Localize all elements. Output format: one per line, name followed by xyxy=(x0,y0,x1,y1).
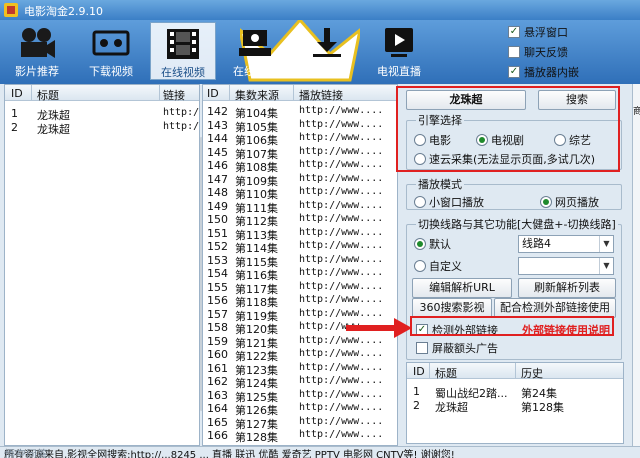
table-row[interactable]: 1 蜀山战纪2踏... 第24集 xyxy=(407,385,623,400)
option-chat-feedback[interactable]: 聊天反馈 xyxy=(508,42,634,62)
table-row[interactable]: 147 第109集 http://www.... xyxy=(203,173,397,188)
side-strip: 商 xyxy=(632,84,640,446)
option-embedded-player[interactable]: ✓ 播放器内嵌 xyxy=(508,62,634,82)
table-row[interactable]: 166 第128集 http://www.... xyxy=(203,429,397,444)
tab-download-video[interactable]: 下载视频 xyxy=(78,22,144,80)
episode-list[interactable]: ID 集数来源 播放链接 142 第104集 http://www.... 143 第1… xyxy=(202,84,398,446)
checkbox-block-ad[interactable] xyxy=(416,342,428,354)
edit-parse-url-button[interactable]: 编辑解析URL xyxy=(412,278,512,298)
table-row[interactable]: 142 第104集 http://www.... xyxy=(203,105,397,120)
table-row[interactable]: 155 第117集 http://www.... xyxy=(203,281,397,296)
col-header-play-link[interactable]: 播放链接 xyxy=(299,87,343,103)
route-option-custom[interactable]: 自定义 xyxy=(414,258,462,274)
table-row[interactable]: 143 第105集 http://www.... xyxy=(203,119,397,134)
download-icon xyxy=(313,28,341,57)
table-row[interactable]: 163 第125集 http://www.... xyxy=(203,389,397,404)
table-row[interactable]: 149 第111集 http://www.... xyxy=(203,200,397,215)
app-logo-icon xyxy=(4,3,18,17)
search-result-list[interactable]: ID 标题 链接 1 龙珠超 http:// 2 龙珠超 http:// xyxy=(4,84,200,446)
chevron-down-icon[interactable]: ▼ xyxy=(599,258,613,274)
table-row[interactable]: 156 第118集 http://www.... xyxy=(203,294,397,309)
tab-online-video[interactable]: 在线视频 xyxy=(150,22,216,80)
external-link-highlight-box xyxy=(410,316,614,336)
tv-play-icon xyxy=(385,28,413,57)
red-arrow-icon xyxy=(346,318,412,338)
table-row[interactable]: 153 第115集 http://www.... xyxy=(203,254,397,269)
result-list-header: ID 标题 链接 xyxy=(5,85,199,103)
checkbox-chat-feedback[interactable] xyxy=(508,46,520,58)
use-external-link-button[interactable]: 配合检测外部链接使用 xyxy=(494,298,616,318)
table-row[interactable]: 151 第113集 http://www.... xyxy=(203,227,397,242)
broadcast-icon xyxy=(239,30,271,56)
tab-download-manager[interactable]: 下载管理 xyxy=(294,22,360,80)
col-header-id[interactable]: ID xyxy=(11,87,23,100)
table-row[interactable]: 2 龙珠超 http:// xyxy=(5,121,199,136)
episode-rows: 142 第104集 http://www.... 143 第105集 http://www… xyxy=(203,101,397,444)
main-area: ID 标题 链接 1 龙珠超 http:// 2 龙珠超 http:// ID … xyxy=(0,84,640,446)
watermark-logo: 悟空问答 xyxy=(4,448,48,458)
main-toolbar: 影片推荐 下载视频 在线视频 在线直播 下载管理 电视直播 ✓ 悬浮窗口 聊天反… xyxy=(0,20,640,84)
option-float-window[interactable]: ✓ 悬浮窗口 xyxy=(508,22,634,42)
table-row[interactable]: 2 龙珠超 第128集 xyxy=(407,399,623,414)
search-360-button[interactable]: 360搜索影视 xyxy=(412,298,492,318)
search-highlight-box xyxy=(396,86,620,172)
table-row[interactable]: 154 第116集 http://www.... xyxy=(203,267,397,282)
table-row[interactable]: 150 第112集 http://www.... xyxy=(203,213,397,228)
radio-icon[interactable] xyxy=(414,196,426,208)
movie-camera-icon xyxy=(21,28,55,58)
radio-icon[interactable] xyxy=(414,238,426,250)
col-header-history-title[interactable]: 标题 xyxy=(435,365,457,381)
checkbox-float-window[interactable]: ✓ xyxy=(508,26,520,38)
status-bar: 所有资源来自,影视全网搜索:http://...8245 ... 直播 联迅 优… xyxy=(0,446,640,458)
col-header-link[interactable]: 链接 xyxy=(163,87,185,103)
play-mode-web[interactable]: 网页播放 xyxy=(540,194,599,210)
route-option-default[interactable]: 默认 xyxy=(414,236,451,252)
col-header-ep-id[interactable]: ID xyxy=(207,87,219,100)
block-ad-option[interactable]: 屏蔽额头广告 xyxy=(416,338,498,358)
custom-route-select[interactable]: ▼ xyxy=(518,257,614,275)
table-row[interactable]: 146 第108集 http://www.... xyxy=(203,159,397,174)
table-row[interactable]: 165 第127集 http://www.... xyxy=(203,416,397,431)
refresh-parse-list-button[interactable]: 刷新解析列表 xyxy=(518,278,616,298)
table-row[interactable]: 152 第114集 http://www.... xyxy=(203,240,397,255)
checkbox-embedded-player[interactable]: ✓ xyxy=(508,66,520,78)
play-mode-small-window[interactable]: 小窗口播放 xyxy=(414,194,484,210)
control-panel: 龙珠超 搜索 引擎选择 电影 电视剧 综艺 速云采集(无法显示页面,多试几次) … xyxy=(346,84,632,446)
table-row[interactable]: 144 第106集 http://www.... xyxy=(203,132,397,147)
col-header-history[interactable]: 历史 xyxy=(521,365,543,381)
radio-icon[interactable] xyxy=(414,260,426,272)
window-options: ✓ 悬浮窗口 聊天反馈 ✓ 播放器内嵌 xyxy=(508,22,634,82)
play-mode-label: 播放模式 xyxy=(416,176,464,192)
route-group-label: 切换线路与其它功能[大健盘+-切换线路] xyxy=(416,216,618,232)
table-row[interactable]: 160 第122集 http://www.... xyxy=(203,348,397,363)
col-header-history-id[interactable]: ID xyxy=(413,365,425,378)
table-row[interactable]: 148 第110集 http://www.... xyxy=(203,186,397,201)
history-list[interactable]: ID 标题 历史 1 蜀山战纪2踏... 第24集 2 龙珠超 第128集 xyxy=(406,362,624,444)
radio-icon[interactable] xyxy=(540,196,552,208)
table-row[interactable]: 145 第107集 http://www.... xyxy=(203,146,397,161)
video-tape-icon xyxy=(92,30,130,56)
tab-movie-recommend[interactable]: 影片推荐 xyxy=(4,22,70,80)
window-title: 电影淘金2.9.10 xyxy=(24,5,103,18)
tab-online-live[interactable]: 在线直播 xyxy=(222,22,288,80)
table-row[interactable]: 1 龙珠超 http:// xyxy=(5,107,199,122)
history-header: ID 标题 历史 xyxy=(407,363,623,381)
tab-tv-live[interactable]: 电视直播 xyxy=(366,22,432,80)
table-row[interactable]: 164 第126集 http://www.... xyxy=(203,402,397,417)
film-strip-icon xyxy=(167,29,199,59)
title-bar: 电影淘金2.9.10 xyxy=(0,0,640,20)
route-select[interactable]: 线路4 ▼ xyxy=(518,235,614,253)
table-row[interactable]: 161 第123集 http://www.... xyxy=(203,362,397,377)
col-header-title[interactable]: 标题 xyxy=(37,87,59,103)
episode-list-header: ID 集数来源 播放链接 xyxy=(203,85,397,103)
table-row[interactable]: 162 第124集 http://www.... xyxy=(203,375,397,390)
col-header-source[interactable]: 集数来源 xyxy=(235,87,279,103)
chevron-down-icon[interactable]: ▼ xyxy=(599,236,613,252)
